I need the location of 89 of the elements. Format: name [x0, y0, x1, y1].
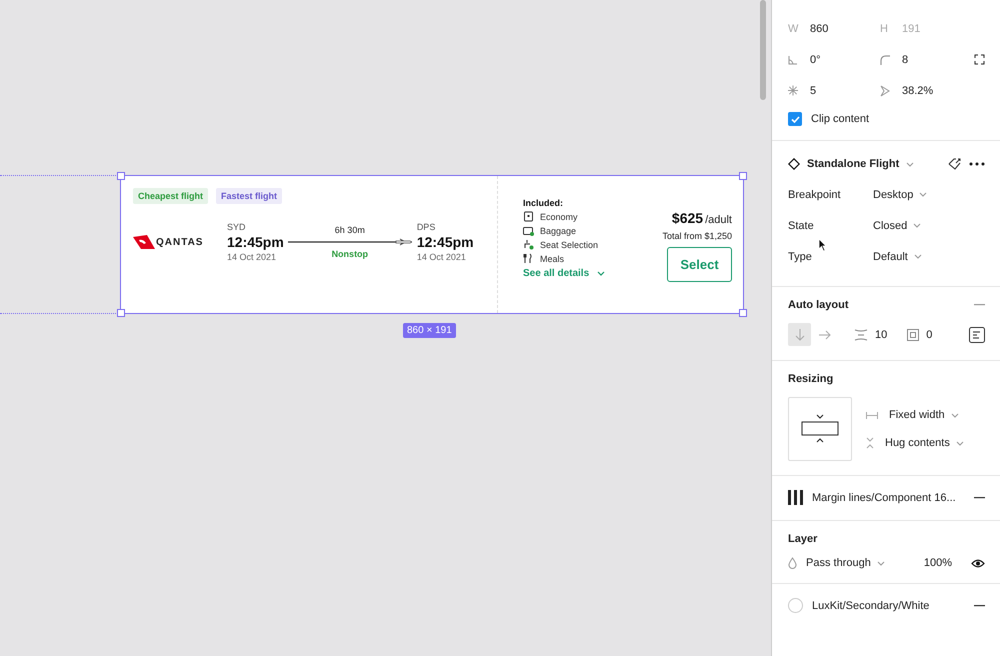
total-price: Total from $1,250 — [662, 231, 732, 241]
layout-grid-icon — [788, 490, 803, 505]
component-name[interactable]: Standalone Flight — [807, 158, 900, 170]
expand-icon[interactable] — [974, 54, 985, 65]
chevron-down-icon — [913, 223, 922, 228]
spacing-field[interactable]: 10 — [875, 328, 888, 340]
property-label: Breakpoint — [788, 188, 842, 200]
included-heading: Included: — [523, 198, 564, 208]
airport-code: SYD — [227, 222, 247, 232]
property-dropdown[interactable]: Closed — [873, 220, 922, 232]
resize-handle[interactable] — [117, 172, 125, 180]
spacing-icon — [854, 328, 868, 340]
arrow-down-icon — [794, 328, 804, 340]
dimension-field[interactable]: 5 — [810, 84, 816, 96]
dimension-field[interactable]: 0° — [810, 54, 821, 66]
luggage-icon — [523, 225, 534, 236]
layout-grid-style[interactable]: Margin lines/Component 16... — [812, 492, 956, 504]
resize-handle[interactable] — [739, 172, 747, 180]
padding-field[interactable]: 0 — [926, 328, 932, 340]
size-badge: 860 × 191 — [403, 323, 456, 338]
included-item: Meals — [540, 254, 564, 264]
seat-select-icon — [523, 239, 534, 250]
resize-handle[interactable] — [117, 309, 125, 317]
detach-instance-icon[interactable] — [948, 157, 962, 171]
cutlery-icon — [523, 253, 534, 264]
departure-time: 12:45pm — [227, 234, 284, 250]
departure-date: 14 Oct 2021 — [227, 252, 278, 262]
chevron-down-icon[interactable] — [906, 162, 914, 166]
chevron-down-icon — [919, 192, 928, 197]
section-title: Resizing — [788, 373, 834, 385]
eye-icon[interactable] — [971, 558, 985, 568]
airline-name: QANTAS — [156, 236, 204, 248]
hug-height-icon — [866, 437, 874, 449]
see-all-details-link[interactable]: See all details — [523, 268, 606, 279]
width-dropdown[interactable]: Fixed width — [889, 409, 959, 421]
property-label: Type — [788, 250, 813, 262]
price-unit: /adult — [705, 214, 732, 226]
property-dropdown[interactable]: Default — [873, 250, 922, 262]
component-icon — [788, 158, 800, 170]
resize-handle[interactable] — [739, 309, 747, 317]
kangaroo-logo-icon — [133, 235, 155, 249]
chevron-down-icon — [597, 271, 606, 276]
flight-tag: Fastest flight — [216, 188, 282, 204]
blend-mode-dropdown[interactable]: Pass through — [806, 557, 885, 569]
fill-style[interactable]: LuxKit/Secondary/White — [812, 600, 930, 612]
ratio-icon — [880, 84, 890, 96]
checkbox[interactable] — [788, 112, 802, 126]
flight-duration: 6h 30m — [334, 225, 365, 235]
resize-preview-drawing — [801, 413, 839, 445]
arrival-date: 14 Oct 2021 — [416, 252, 467, 262]
arrow-right-icon — [818, 330, 830, 340]
property-dropdown[interactable]: Desktop — [873, 188, 928, 200]
dimension-field[interactable]: 38.2% — [902, 84, 934, 96]
checkmark-icon — [790, 116, 800, 122]
angle-icon — [788, 54, 798, 64]
chevron-down-icon — [914, 254, 922, 259]
mouse-cursor-icon — [818, 238, 827, 252]
fixed-width-icon — [866, 412, 878, 418]
height-dropdown[interactable]: Hug contents — [885, 437, 964, 449]
chevron-down-icon — [956, 440, 964, 446]
section-title: Layer — [788, 533, 818, 545]
airport-code: DPS — [416, 222, 436, 232]
alignment-icon[interactable] — [969, 326, 985, 342]
scrollbar-thumb[interactable] — [760, 0, 766, 100]
dimension-field[interactable]: 8 — [902, 54, 908, 66]
padding-icon — [907, 328, 920, 340]
flight-tag: Cheapest flight — [133, 188, 208, 204]
color-swatch[interactable] — [788, 598, 803, 613]
stops-label: Nonstop — [332, 249, 368, 259]
chevron-down-icon — [876, 560, 885, 566]
seat-icon — [523, 211, 534, 222]
section-title: Auto layout — [788, 299, 848, 311]
included-item: Seat Selection — [540, 240, 598, 250]
opacity-field[interactable]: 100% — [924, 557, 952, 569]
select-button[interactable]: Select — [667, 247, 732, 282]
included-item: Baggage — [540, 226, 576, 236]
chevron-down-icon — [950, 412, 959, 418]
star-icon — [788, 85, 798, 96]
included-item: Economy — [540, 212, 578, 222]
dimension-label: W — [788, 22, 798, 34]
dimension-label: H — [880, 22, 889, 34]
property-label: State — [788, 220, 815, 232]
more-options-icon[interactable] — [969, 162, 985, 166]
arrival-time: 12:45pm — [416, 234, 474, 250]
blend-drop-icon — [788, 557, 797, 569]
price: $625 — [672, 210, 704, 226]
dimension-field[interactable]: 860 — [810, 22, 828, 34]
checkbox-label: Clip content — [811, 113, 870, 125]
corner-radius-icon — [880, 54, 890, 64]
